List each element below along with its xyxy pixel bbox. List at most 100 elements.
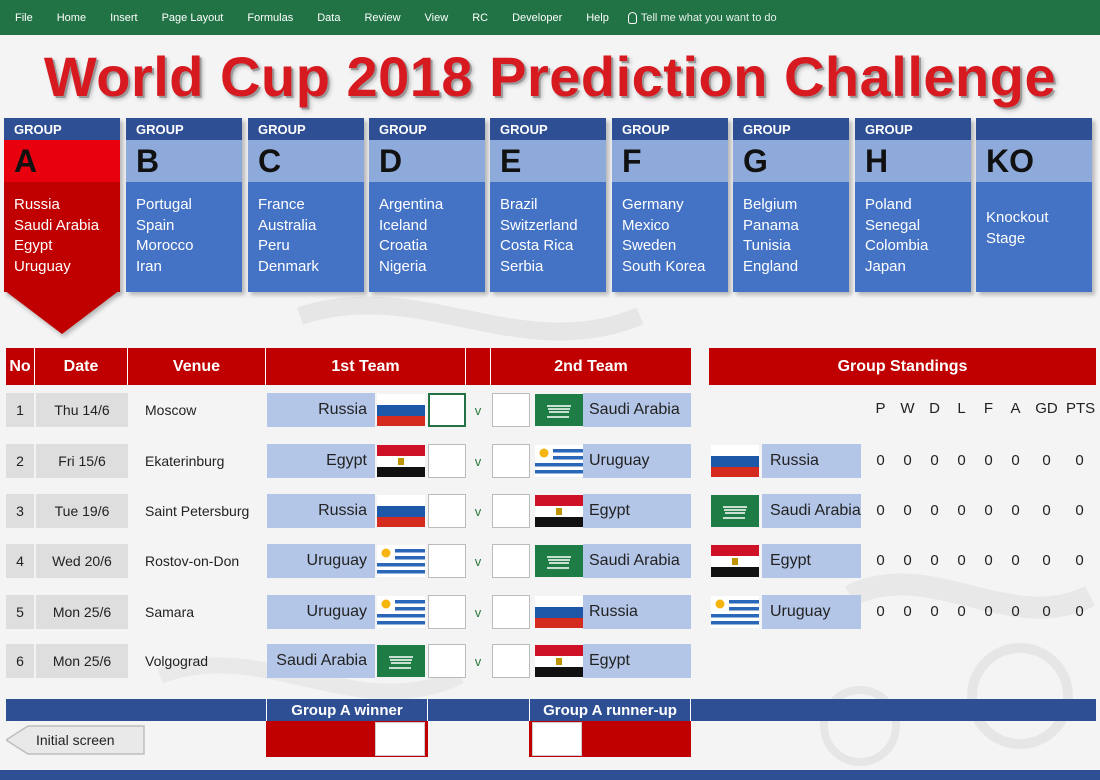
standings-value: 0 (903, 502, 912, 519)
group-team: Russia (14, 196, 60, 213)
group-card-d[interactable]: GROUP D Argentina Iceland Croatia Nigeri… (369, 118, 485, 292)
selected-group-arrow (4, 290, 120, 334)
group-team: Panama (743, 216, 799, 234)
match-team1: Russia (267, 393, 375, 427)
score-input-team1[interactable] (428, 444, 466, 478)
group-card-teams: Russia Saudi Arabia Egypt Uruguay (4, 182, 120, 292)
standings-column-header: GD (1035, 400, 1058, 417)
group-card-teams: Brazil Switzerland Costa Rica Serbia (490, 182, 606, 292)
header-vs-spacer (466, 348, 491, 385)
group-card-a[interactable]: GROUP A Russia Saudi Arabia Egypt Urugua… (4, 118, 120, 292)
score-input-team2[interactable] (492, 444, 530, 478)
match-date: Wed 20/6 (36, 544, 128, 578)
knockout-label: Knockout (986, 209, 1049, 226)
group-team: Brazil (500, 196, 538, 213)
knockout-label: Stage (986, 229, 1026, 247)
group-card-knockout[interactable]: KO Knockout Stage (976, 118, 1092, 292)
menu-help[interactable]: Help (586, 12, 609, 24)
vs-label: v (474, 403, 482, 418)
match-team2: Saudi Arabia (583, 393, 691, 427)
group-card-teams: France Australia Peru Denmark (248, 182, 364, 292)
standings-title: Group Standings (709, 348, 1096, 385)
standings-value: 0 (903, 452, 912, 469)
standings-column-header: P (875, 400, 886, 417)
menu-page-layout[interactable]: Page Layout (162, 12, 224, 24)
score-input-team2[interactable] (492, 393, 530, 427)
menu-review[interactable]: Review (364, 12, 400, 24)
match-team2: Russia (583, 595, 691, 629)
saudi-flag-icon (377, 645, 425, 677)
group-card-f[interactable]: GROUP F Germany Mexico Sweden South Kore… (612, 118, 728, 292)
group-runnerup-label: Group A runner-up (529, 699, 691, 721)
initial-screen-button[interactable]: Initial screen (4, 725, 146, 755)
score-input-team2[interactable] (492, 494, 530, 528)
menu-formulas[interactable]: Formulas (247, 12, 293, 24)
score-input-team2[interactable] (492, 544, 530, 578)
group-card-header: GROUP (4, 118, 120, 140)
standings-value: 0 (903, 552, 912, 569)
group-card-c[interactable]: GROUP C France Australia Peru Denmark (248, 118, 364, 292)
menu-insert[interactable]: Insert (110, 12, 138, 24)
match-team1: Russia (267, 494, 375, 528)
score-input-team1[interactable] (428, 544, 466, 578)
group-card-header: GROUP (855, 118, 971, 140)
standings-column-header: D (929, 400, 940, 417)
group-team: Saudi Arabia (14, 216, 100, 234)
menu-view[interactable]: View (425, 12, 449, 24)
excel-ribbon: File Home Insert Page Layout Formulas Da… (0, 0, 1100, 35)
header-team2: 2nd Team (491, 348, 691, 385)
standings-value: 0 (876, 603, 885, 620)
russia-flag-icon (377, 495, 425, 527)
menu-home[interactable]: Home (57, 12, 86, 24)
egypt-flag-icon (711, 545, 759, 577)
match-venue: Samara (145, 604, 195, 620)
score-input-team2[interactable] (492, 595, 530, 629)
tell-me-text: Tell me what you want to do (640, 11, 777, 24)
page-title: World Cup 2018 Prediction Challenge (43, 45, 1057, 108)
uruguay-flag-icon (377, 545, 425, 577)
menu-file[interactable]: File (15, 12, 33, 24)
lightbulb-icon (627, 11, 637, 24)
score-input-team1[interactable] (428, 393, 466, 427)
group-team: Iceland (379, 216, 428, 234)
group-card-letter: A (4, 140, 120, 182)
group-card-g[interactable]: GROUP G Belgium Panama Tunisia England (733, 118, 849, 292)
vs-label: v (474, 654, 482, 669)
group-card-b[interactable]: GROUP B Portugal Spain Morocco Iran (126, 118, 242, 292)
group-team: Spain (136, 216, 175, 234)
group-card-h[interactable]: GROUP H Poland Senegal Colombia Japan (855, 118, 971, 292)
match-venue: Moscow (145, 402, 197, 418)
standings-value: 0 (1075, 502, 1084, 519)
match-venue: Saint Petersburg (145, 503, 250, 519)
match-team2: Saudi Arabia (583, 544, 691, 578)
standings-value: 0 (876, 452, 885, 469)
score-input-team1[interactable] (428, 644, 466, 678)
group-card-header: GROUP (126, 118, 242, 140)
standings-value: 0 (984, 552, 993, 569)
tell-me-search[interactable]: Tell me what you want to do (627, 11, 777, 24)
group-card-letter: C (248, 140, 364, 182)
match-no: 1 (6, 393, 34, 427)
score-input-team1[interactable] (428, 595, 466, 629)
match-date: Fri 15/6 (36, 444, 128, 478)
group-team: Belgium (743, 196, 798, 213)
group-card-e[interactable]: GROUP E Brazil Switzerland Costa Rica Se… (490, 118, 606, 292)
group-winner-input[interactable] (375, 722, 425, 756)
score-input-team2[interactable] (492, 644, 530, 678)
match-team1: Uruguay (267, 595, 375, 629)
group-runnerup-input[interactable] (532, 722, 582, 756)
match-date: Tue 19/6 (36, 494, 128, 528)
group-team: Mexico (622, 216, 670, 234)
standings-value: 0 (930, 603, 939, 620)
group-team: Egypt (14, 237, 53, 254)
match-team2: Egypt (583, 644, 691, 678)
group-team: Portugal (136, 196, 192, 213)
standings-column-header: PTS (1066, 400, 1096, 417)
header-no: No (6, 348, 35, 385)
menu-rc[interactable]: RC (472, 12, 488, 24)
menu-developer[interactable]: Developer (512, 12, 562, 24)
match-team1: Saudi Arabia (267, 644, 375, 678)
score-input-team1[interactable] (428, 494, 466, 528)
menu-data[interactable]: Data (317, 12, 340, 24)
group-team: Senegal (865, 216, 921, 234)
